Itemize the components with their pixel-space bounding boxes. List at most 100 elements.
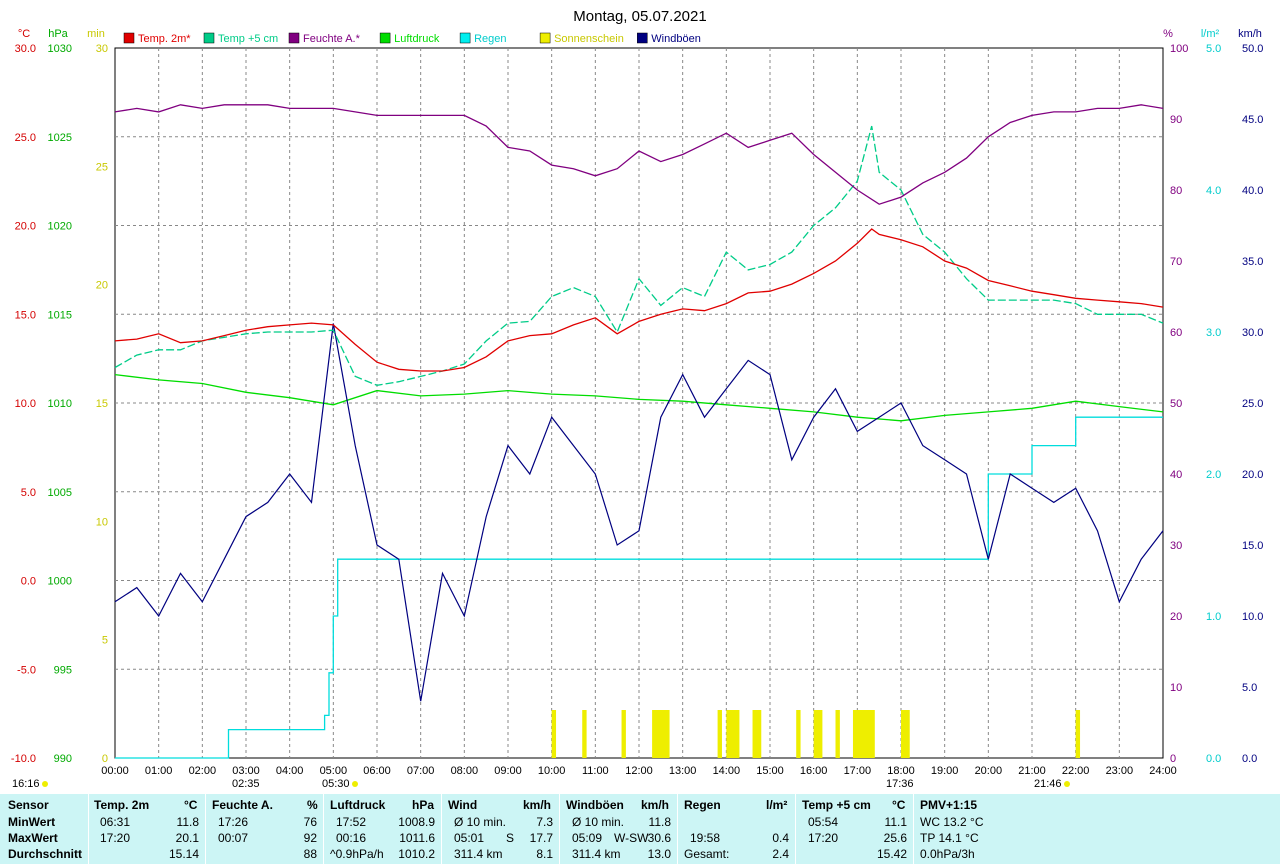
marker-sun-a: 05:30 xyxy=(322,778,350,790)
y-tick-pressure: 1025 xyxy=(48,132,72,144)
y-tick-temp: 0.0 xyxy=(21,576,36,588)
x-tick-label: 17:00 xyxy=(844,765,872,777)
y-tick-wind: 40.0 xyxy=(1242,185,1263,197)
wind-max-time: 05:01 xyxy=(454,831,485,845)
gusts-distance: 311.4 km xyxy=(572,847,621,861)
legend-swatch xyxy=(539,32,551,44)
legend-swatch xyxy=(379,32,391,44)
y-tick-wind: 45.0 xyxy=(1242,114,1263,126)
weather-chart: Montag, 05.07.2021 Temp. 2m* Temp +5 cm Fe… xyxy=(11,8,1264,790)
y-tick-rain: 0.0 xyxy=(1206,753,1221,765)
x-tick-label: 02:00 xyxy=(189,765,217,777)
col-separator xyxy=(559,794,560,864)
y-tick-humidity: 60 xyxy=(1170,327,1182,339)
legend-swatch xyxy=(459,32,471,44)
sunshine-bar xyxy=(582,710,587,758)
y-tick-humidity: 50 xyxy=(1170,398,1182,410)
wind-avg10-label: Ø 10 min. xyxy=(454,815,507,829)
temp5cm-unit: °C xyxy=(892,798,906,812)
y-tick-wind: 50.0 xyxy=(1242,43,1263,55)
y-tick-humidity: 30 xyxy=(1170,540,1182,552)
wind-avg: 8.1 xyxy=(536,847,553,861)
temp5cm-min-time: 05:54 xyxy=(808,815,839,829)
temp2m-unit: °C xyxy=(184,798,198,812)
y-tick-humidity: 40 xyxy=(1170,469,1182,481)
chart-markers: 16:16 02:35 05:30 17:36 21:46 xyxy=(12,778,1070,790)
sunshine-bar xyxy=(551,710,557,758)
y-tick-sunshine: 20 xyxy=(96,280,108,292)
y-tick-humidity: 80 xyxy=(1170,185,1182,197)
pmv-pressure-trend: 0.0hPa/3h xyxy=(920,847,975,861)
y-tick-pressure: 1015 xyxy=(48,309,72,321)
x-tick-label: 07:00 xyxy=(407,765,435,777)
marker-sun-b: 17:36 xyxy=(886,778,914,790)
y-tick-humidity: 70 xyxy=(1170,256,1182,268)
pressure-avg: 1010.2 xyxy=(398,847,435,861)
col-separator xyxy=(677,794,678,864)
humidity-min: 76 xyxy=(303,815,317,829)
col-separator xyxy=(205,794,206,864)
y-tick-temp: 20.0 xyxy=(15,221,36,233)
x-tick-label: 14:00 xyxy=(713,765,741,777)
y-tick-humidity: 10 xyxy=(1170,682,1182,694)
wind-distance: 311.4 km xyxy=(454,847,503,861)
sunshine-bar xyxy=(752,710,762,758)
y-tick-pressure: 1000 xyxy=(48,576,72,588)
rain-total-label: Gesamt: xyxy=(684,847,730,861)
y-tick-sunshine: 10 xyxy=(96,516,108,528)
y-tick-temp: -10.0 xyxy=(11,753,36,765)
y-tick-temp: 10.0 xyxy=(15,398,36,410)
rain-unit: l/m² xyxy=(766,798,788,812)
row-label-sensor: Sensor xyxy=(8,798,49,812)
row-label-min: MinWert xyxy=(8,815,56,829)
y-tick-temp: 25.0 xyxy=(15,132,36,144)
sunshine-bar xyxy=(726,710,740,758)
y-tick-wind: 25.0 xyxy=(1242,398,1263,410)
sunshine-bar xyxy=(901,710,910,758)
gusts-max: 30.6 xyxy=(647,831,671,845)
sunshine-bar xyxy=(652,710,670,758)
x-tick-label: 08:00 xyxy=(451,765,479,777)
temp2m-max-time: 17:20 xyxy=(100,831,131,845)
x-tick-label: 22:00 xyxy=(1062,765,1090,777)
temp5cm-avg: 15.42 xyxy=(876,847,907,861)
wind-avg10: 7.3 xyxy=(536,815,553,829)
legend-label: Feuchte A.* xyxy=(303,33,361,45)
legend-label: Luftdruck xyxy=(394,33,440,45)
y-tick-temp: 30.0 xyxy=(15,43,36,55)
legend-swatch xyxy=(288,32,300,44)
col-separator xyxy=(795,794,796,864)
row-label-avg: Durchschnitt xyxy=(8,847,83,861)
gusts-max-time: 05:09 xyxy=(572,831,603,845)
y-tick-temp: 15.0 xyxy=(15,309,36,321)
temp5cm-min: 11.1 xyxy=(884,815,907,829)
y-tick-rain: 1.0 xyxy=(1206,611,1221,623)
y-tick-wind: 30.0 xyxy=(1242,327,1263,339)
sunshine-bar xyxy=(796,710,801,758)
col-separator xyxy=(913,794,914,864)
humidity-min-time: 17:26 xyxy=(218,815,249,829)
temp5cm-max-time: 17:20 xyxy=(808,831,839,845)
temp2m-title: Temp. 2m xyxy=(94,798,150,812)
x-tick-label: 04:00 xyxy=(276,765,304,777)
y-tick-pressure: 1010 xyxy=(48,398,72,410)
legend-swatch xyxy=(123,32,135,44)
pmv-dewpoint: TP 14.1 °C xyxy=(920,831,979,845)
sun-icon xyxy=(352,781,358,787)
y-tick-pressure: 1005 xyxy=(48,487,72,499)
y-tick-rain: 2.0 xyxy=(1206,469,1221,481)
rain-total: 2.4 xyxy=(772,847,789,861)
y-tick-sunshine: 15 xyxy=(96,398,108,410)
sun-icon xyxy=(1064,781,1070,787)
humidity-max-time: 00:07 xyxy=(218,831,249,845)
y-tick-pressure: 1020 xyxy=(48,221,72,233)
marker-sunrise: 02:35 xyxy=(232,778,260,790)
x-tick-label: 10:00 xyxy=(538,765,566,777)
humidity-title: Feuchte A. xyxy=(212,798,273,812)
x-tick-label: 24:00 xyxy=(1149,765,1177,777)
y-tick-sunshine: 0 xyxy=(102,753,108,765)
y-tick-pressure: 995 xyxy=(54,664,72,676)
pressure-trend: ^0.9hPa/h xyxy=(330,847,384,861)
x-tick-label: 13:00 xyxy=(669,765,697,777)
x-tick-label: 21:00 xyxy=(1018,765,1046,777)
